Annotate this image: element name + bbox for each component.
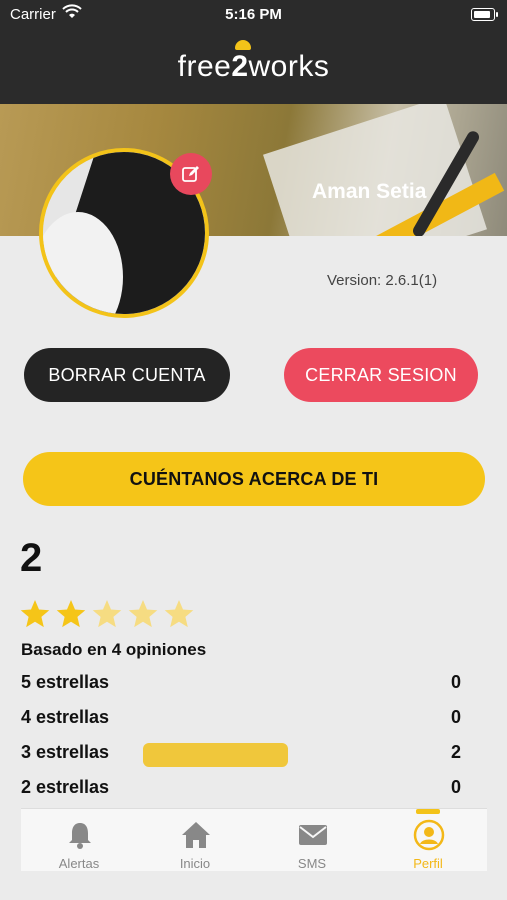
tab-perfil[interactable]: Perfil (378, 809, 478, 871)
logo-text-left: free (177, 50, 232, 83)
user-name: Aman Setia (312, 180, 427, 203)
top-bar: Carrier 5:16 PM free 2works (0, 0, 507, 104)
logo-two-text: 2 (231, 50, 249, 83)
rating-value: 2 (20, 536, 43, 580)
star-filled-icon (56, 600, 86, 628)
tab-bar: Alertas Inicio SMS Perfil (21, 808, 487, 871)
app-logo: free 2works (0, 40, 507, 84)
reviews-count: Basado en 4 opiniones (21, 640, 207, 659)
rating-breakdown-row: 5 estrellas 0 (21, 672, 461, 696)
app-version: Version: 2.6.1(1) (327, 272, 438, 289)
clock: 5:16 PM (225, 6, 282, 23)
hard-hat-icon (235, 40, 252, 50)
rating-breakdown-count: 0 (450, 707, 461, 727)
rating-breakdown-label: 3 estrellas (21, 742, 110, 762)
rating-breakdown-row: 4 estrellas 0 (21, 707, 461, 731)
rating-breakdown-count: 0 (450, 672, 461, 692)
tab-sms[interactable]: SMS (262, 809, 362, 871)
rating-breakdown-label: 4 estrellas (21, 707, 110, 727)
rating-breakdown-count: 2 (450, 742, 461, 762)
rating-breakdown-label: 2 estrellas (21, 777, 110, 797)
logout-button[interactable]: CERRAR SESION (284, 348, 478, 402)
rating-breakdown-row: 2 estrellas 0 (21, 777, 461, 801)
edit-icon (182, 166, 199, 182)
tab-label: Alertas (58, 856, 100, 871)
battery-icon (471, 8, 498, 21)
status-bar: Carrier 5:16 PM (0, 0, 507, 28)
delete-account-button[interactable]: BORRAR CUENTA (24, 348, 230, 402)
rating-breakdown-bar (143, 743, 288, 767)
tab-label: Inicio (179, 856, 211, 871)
home-icon (182, 822, 210, 848)
bell-icon (69, 823, 91, 849)
star-empty-icon (164, 600, 194, 628)
mail-icon (299, 825, 327, 845)
star-empty-icon (92, 600, 122, 628)
rating-breakdown-count: 0 (450, 777, 461, 797)
rating-breakdown-label: 5 estrellas (21, 672, 110, 692)
about-you-button[interactable]: CUÉNTANOS ACERCA DE TI (23, 452, 485, 506)
star-empty-icon (128, 600, 158, 628)
rating-breakdown-row: 3 estrellas 2 (21, 742, 461, 767)
user-icon (413, 819, 445, 851)
edit-avatar-button[interactable] (170, 153, 212, 195)
logo-two: 2 (231, 40, 252, 83)
tab-label: SMS (297, 856, 327, 871)
tab-label: Perfil (413, 856, 443, 871)
tab-inicio[interactable]: Inicio (145, 809, 245, 871)
tab-alertas[interactable]: Alertas (29, 809, 129, 871)
logo-text-right: works (248, 50, 330, 83)
star-rating (19, 598, 199, 630)
star-filled-icon (20, 600, 50, 628)
